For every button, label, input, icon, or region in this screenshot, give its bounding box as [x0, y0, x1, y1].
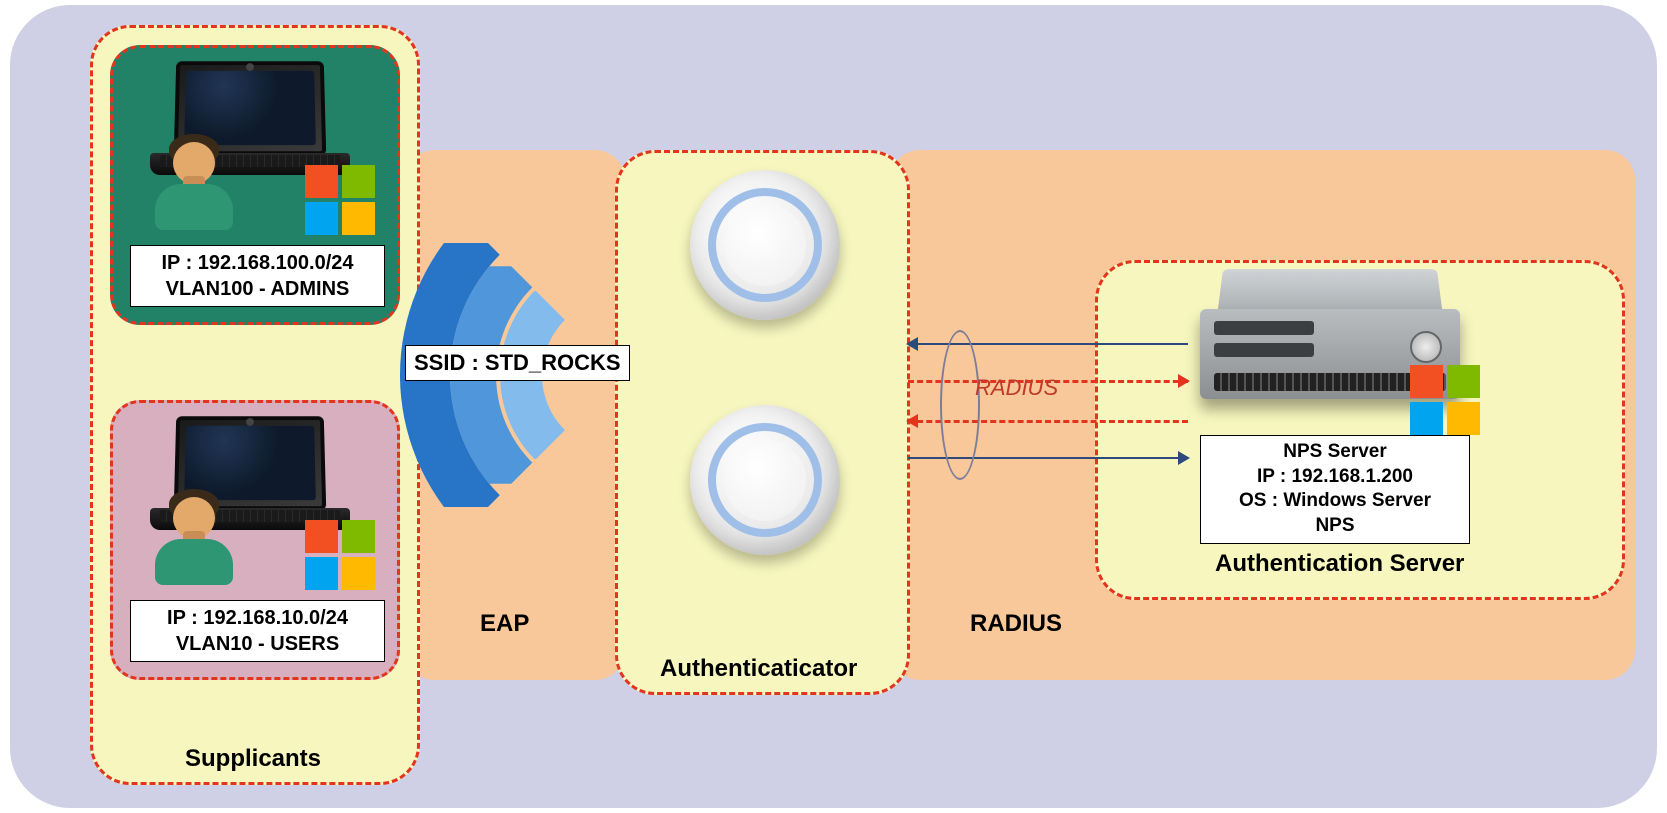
user-ip-text: IP : 192.168.10.0/24	[137, 605, 378, 631]
user-vlan-text: VLAN10 - USERS	[137, 631, 378, 657]
server-line3: OS : Windows Server	[1207, 489, 1463, 514]
eap-label: EAP	[480, 610, 529, 638]
user-info-label: IP : 192.168.10.0/24 VLAN10 - USERS	[130, 600, 385, 662]
access-point-icon	[690, 170, 840, 320]
windows-logo-icon	[305, 520, 375, 590]
radius-zone-label: RADIUS	[970, 610, 1062, 638]
link-ellipse-icon	[940, 330, 980, 480]
server-line4: NPS	[1207, 514, 1463, 539]
user-avatar-icon	[155, 495, 233, 585]
server-info-label: NPS Server IP : 192.168.1.200 OS : Windo…	[1200, 435, 1470, 544]
windows-logo-icon	[1410, 365, 1480, 435]
supplicants-label: Supplicants	[185, 745, 321, 773]
admin-info-label: IP : 192.168.100.0/24 VLAN100 - ADMINS	[130, 245, 385, 307]
server-line2: IP : 192.168.1.200	[1207, 465, 1463, 490]
windows-logo-icon	[305, 165, 375, 235]
admin-vlan-text: VLAN100 - ADMINS	[137, 276, 378, 302]
radius-link-label: RADIUS	[975, 375, 1058, 401]
user-avatar-icon	[155, 140, 233, 230]
access-point-icon	[690, 405, 840, 555]
auth-server-label: Authentication Server	[1215, 550, 1464, 578]
diagram-canvas: IP : 192.168.100.0/24 VLAN100 - ADMINS I…	[10, 5, 1657, 808]
ssid-label: SSID : STD_ROCKS	[405, 345, 630, 381]
server-line1: NPS Server	[1207, 440, 1463, 465]
admin-ip-text: IP : 192.168.100.0/24	[137, 250, 378, 276]
authenticator-label: Authenticaticator	[660, 655, 857, 683]
